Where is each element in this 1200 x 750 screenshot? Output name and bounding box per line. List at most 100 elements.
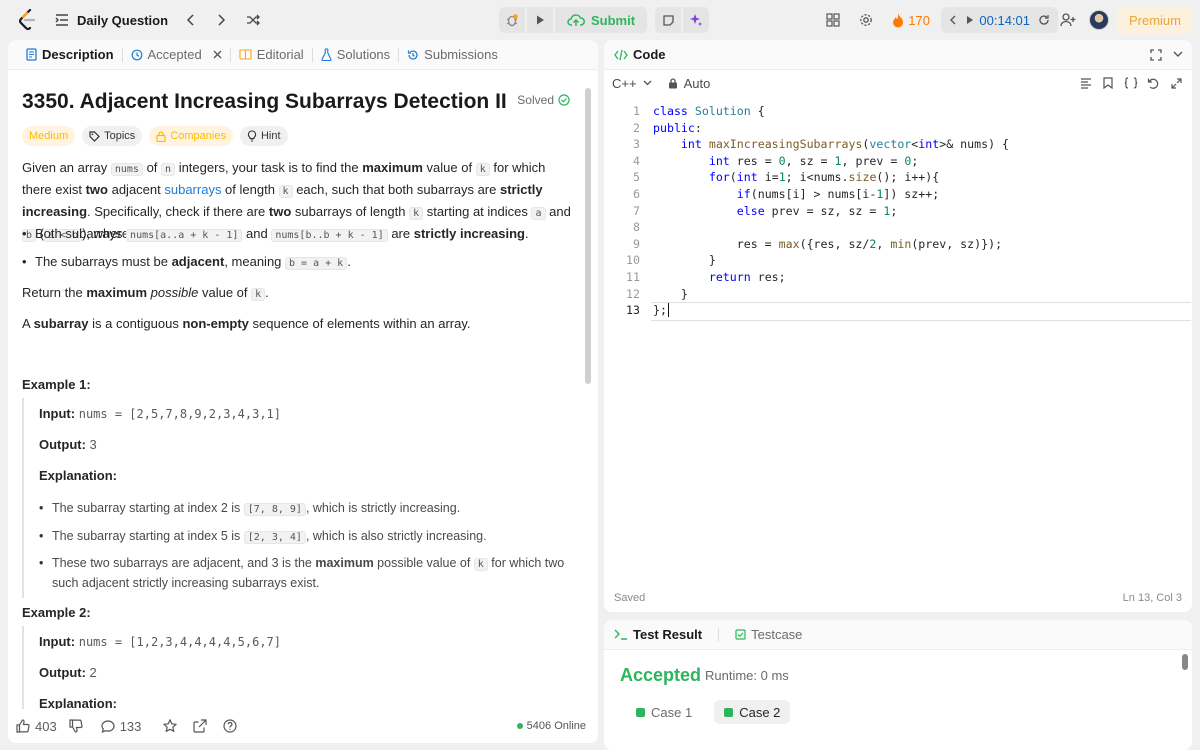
language-label: C++ bbox=[612, 75, 637, 91]
tab-solutions[interactable]: Solutions bbox=[313, 47, 398, 62]
case-2-button[interactable]: Case 2 bbox=[714, 700, 791, 724]
expand-icon[interactable] bbox=[1171, 77, 1182, 89]
text: possible value of bbox=[373, 556, 474, 570]
braces-icon[interactable] bbox=[1124, 77, 1138, 89]
timer[interactable]: 00:14:01 bbox=[941, 7, 1058, 33]
like-count: 403 bbox=[35, 718, 57, 734]
text: The subarrays must be bbox=[35, 254, 172, 269]
shuffle-icon[interactable] bbox=[246, 14, 260, 26]
explanation-item: The subarray starting at index 2 is [7, … bbox=[39, 499, 572, 519]
add-friend-icon[interactable] bbox=[1060, 13, 1076, 27]
text: . Specifically, check if there are bbox=[87, 204, 269, 219]
text: Return the bbox=[22, 285, 87, 300]
explanation-label: Explanation: bbox=[39, 468, 118, 483]
submit-button[interactable]: Submit bbox=[555, 7, 648, 33]
tab-testcase[interactable]: Testcase bbox=[727, 627, 810, 642]
format-lines-icon[interactable] bbox=[1080, 77, 1092, 89]
tab-code[interactable]: Code bbox=[614, 47, 674, 62]
settings-gear-icon[interactable] bbox=[859, 13, 873, 27]
comments-button[interactable]: 133 bbox=[101, 719, 141, 734]
debug-button[interactable] bbox=[499, 7, 525, 33]
timer-value: 00:14:01 bbox=[979, 12, 1030, 28]
text: sequence of elements within an array. bbox=[248, 316, 471, 331]
tab-accepted[interactable]: Accepted bbox=[123, 47, 230, 62]
inline-code: k bbox=[251, 288, 266, 301]
reset-timer-icon[interactable] bbox=[1038, 14, 1050, 26]
bold-text: non-empty bbox=[182, 316, 249, 331]
share-button[interactable] bbox=[193, 719, 208, 733]
avatar[interactable] bbox=[1089, 10, 1109, 30]
example-2-output: Output: 2 bbox=[39, 665, 97, 680]
example-1-heading: Example 1: bbox=[22, 377, 91, 392]
companies-chip[interactable]: Companies bbox=[149, 126, 233, 146]
streak-counter[interactable]: 170 bbox=[892, 12, 930, 28]
line-number: 3 bbox=[633, 137, 640, 152]
online-indicator: 5406 Online bbox=[516, 720, 586, 732]
text: and bbox=[242, 226, 272, 241]
auto-mode-toggle[interactable]: Auto bbox=[668, 75, 711, 91]
line-number: 1 bbox=[633, 104, 640, 118]
text: The subarray starting at index 2 is bbox=[52, 501, 244, 515]
tab-description[interactable]: Description bbox=[18, 47, 122, 62]
testcase-label: Testcase bbox=[751, 627, 803, 642]
bold-text: subarray bbox=[33, 316, 89, 331]
solved-label: Solved bbox=[517, 93, 554, 107]
bold-text: adjacent bbox=[171, 254, 225, 269]
bookmark-icon[interactable] bbox=[1103, 77, 1113, 89]
help-button[interactable] bbox=[223, 719, 238, 733]
subarray-definition: A subarray is a contiguous non-empty seq… bbox=[22, 314, 577, 334]
text: , which is strictly increasing. bbox=[305, 501, 461, 515]
auto-mode-label: Auto bbox=[683, 75, 711, 91]
code-text: else prev = sz, sz = 1; bbox=[736, 203, 898, 218]
tab-test-result[interactable]: Test Result bbox=[614, 627, 710, 642]
streak-count: 170 bbox=[908, 12, 930, 28]
code-line: 13}; bbox=[604, 302, 1192, 319]
layout-grid-icon[interactable] bbox=[826, 13, 840, 27]
inline-code: k bbox=[473, 558, 488, 571]
text: subarrays of length bbox=[291, 204, 410, 219]
run-button[interactable] bbox=[527, 7, 553, 33]
inline-code: a bbox=[531, 207, 546, 220]
text: is a contiguous bbox=[88, 316, 183, 331]
like-button[interactable]: 403 bbox=[16, 719, 57, 734]
topics-chip[interactable]: Topics bbox=[82, 126, 143, 146]
dislike-button[interactable] bbox=[69, 719, 83, 733]
result-tabs: Test Result Testcase bbox=[604, 620, 1192, 650]
chevron-down-icon bbox=[643, 80, 652, 86]
hint-chip[interactable]: Hint bbox=[239, 126, 288, 146]
daily-question-title[interactable]: Daily Question bbox=[77, 13, 168, 28]
text: Given an array bbox=[22, 160, 111, 175]
description-scrollbar[interactable] bbox=[585, 88, 591, 384]
verdict-status: Accepted bbox=[620, 665, 702, 685]
tab-editorial[interactable]: Editorial bbox=[231, 47, 312, 62]
maximize-icon[interactable] bbox=[1150, 49, 1162, 61]
online-dot bbox=[516, 723, 523, 729]
result-scrollbar[interactable] bbox=[1182, 654, 1188, 670]
favorite-button[interactable] bbox=[163, 719, 178, 733]
tab-submissions[interactable]: Submissions bbox=[399, 47, 506, 62]
problem-list-icon[interactable] bbox=[55, 14, 69, 26]
inline-code: k bbox=[278, 185, 293, 198]
inline-code: k bbox=[409, 207, 424, 220]
inline-code: nums[b..b + k - 1] bbox=[271, 229, 388, 242]
prev-problem-icon[interactable] bbox=[186, 14, 196, 26]
notes-button[interactable] bbox=[655, 7, 682, 33]
line-number: 10 bbox=[626, 253, 640, 268]
tab-divider bbox=[718, 627, 720, 642]
online-count: 5406 Online bbox=[526, 720, 586, 732]
undo-icon[interactable] bbox=[1147, 77, 1159, 89]
text: integers, your task is to find the bbox=[175, 160, 363, 175]
history-icon bbox=[131, 49, 142, 60]
close-icon[interactable] bbox=[213, 50, 222, 59]
ai-assist-button[interactable] bbox=[683, 7, 710, 33]
play-timer-icon[interactable] bbox=[965, 15, 975, 25]
leetcode-logo[interactable] bbox=[17, 9, 37, 31]
case-1-button[interactable]: Case 1 bbox=[626, 700, 702, 724]
chevron-left-icon[interactable] bbox=[949, 15, 957, 25]
language-select[interactable]: C++ bbox=[612, 76, 652, 91]
premium-button[interactable]: Premium bbox=[1117, 6, 1192, 34]
chevron-down-icon[interactable] bbox=[1173, 51, 1183, 58]
input-label: Input: bbox=[39, 634, 76, 649]
next-problem-icon[interactable] bbox=[216, 14, 226, 26]
subarrays-link[interactable]: subarrays bbox=[164, 182, 221, 197]
